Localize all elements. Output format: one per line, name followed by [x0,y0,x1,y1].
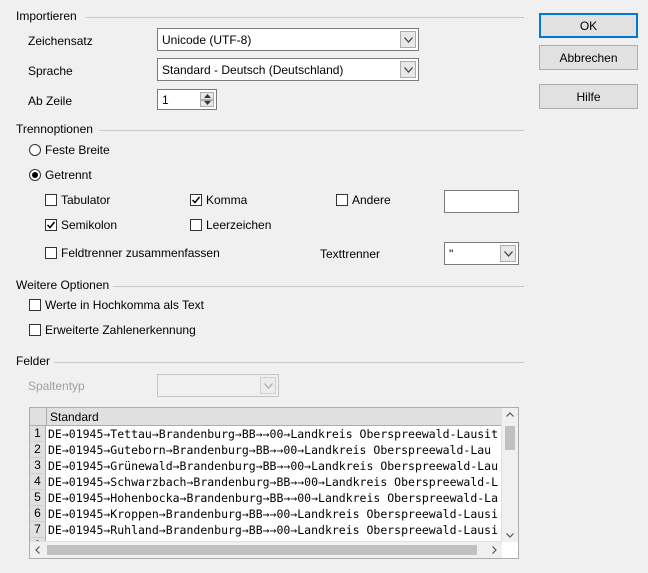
column-type-label: Spaltentyp [28,379,85,393]
separated-label: Getrennt [45,168,92,182]
detect-special-numbers-checkbox[interactable] [29,324,41,336]
section-divider [54,362,524,363]
section-title-fields: Felder [16,354,51,368]
merge-delimiters-checkbox[interactable] [45,247,57,259]
other-label: Andere [352,193,391,207]
horizontal-scroll-thumb[interactable] [47,545,477,555]
row-number[interactable]: 3 [30,458,46,474]
scroll-right-icon [492,546,497,554]
chevron-down-icon[interactable] [400,31,416,48]
horizontal-scrollbar[interactable] [30,541,502,558]
space-label: Leerzeichen [206,218,272,232]
semicolon-checkbox[interactable] [45,219,57,231]
scroll-down-icon [506,533,514,538]
separated-radio[interactable] [29,169,41,181]
chevron-down-icon[interactable] [260,377,276,394]
grid-corner[interactable] [30,408,47,425]
row-cell[interactable]: DE→01945→Tettau→Brandenburg→BB→→00→Landk… [48,426,498,442]
comma-checkbox[interactable] [190,194,202,206]
row-number[interactable]: 4 [30,474,46,490]
fixed-width-radio[interactable] [29,144,41,156]
from-row-value: 1 [162,92,169,107]
fixed-width-label: Feste Breite [45,143,110,157]
section-title-separator: Trennoptionen [16,122,93,136]
semicolon-label: Semikolon [61,218,118,232]
checkmark-icon [46,221,56,229]
table-row[interactable]: 1 DE→01945→Tettau→Brandenburg→BB→→00→Land… [30,426,501,442]
table-row[interactable]: 6 DE→01945→Kroppen→Brandenburg→BB→→00→Lan… [30,506,501,522]
help-button[interactable]: Hilfe [539,84,638,109]
string-delimiter-label: Texttrenner [320,247,381,261]
vertical-scrollbar[interactable] [501,408,518,542]
row-number[interactable]: 7 [30,522,46,538]
column-header[interactable]: Standard [50,410,99,424]
row-cell[interactable]: DE→01945→Grünewald→Brandenburg→BB→→00→La… [48,458,498,474]
grid-header: Standard [30,408,518,426]
quoted-as-text-checkbox[interactable] [29,299,41,311]
tab-checkbox[interactable] [45,194,57,206]
charset-dropdown[interactable]: Unicode (UTF-8) [157,28,419,51]
from-row-label: Ab Zeile [28,94,73,108]
spin-up-icon[interactable] [200,92,214,100]
string-delimiter-dropdown[interactable]: " [444,242,519,265]
row-number[interactable]: 1 [30,426,46,442]
row-cell[interactable]: DE→01945→Ruhland→Brandenburg→BB→→00→Land… [48,522,498,538]
language-value: Standard - Deutsch (Deutschland) [162,62,344,77]
quoted-as-text-label: Werte in Hochkomma als Text [45,298,204,312]
row-number[interactable]: 2 [30,442,46,458]
table-row[interactable]: 2 DE→01945→Guteborn→Brandenburg→BB→→00→La… [30,442,501,458]
language-label: Sprache [28,64,73,78]
row-cell[interactable]: DE→01945→Schwarzbach→Brandenburg→BB→→00→… [48,474,498,490]
scroll-up-icon [506,412,514,417]
cancel-button[interactable]: Abbrechen [539,45,638,70]
table-row[interactable]: 4 DE→01945→Schwarzbach→Brandenburg→BB→→00… [30,474,501,490]
other-separator-input[interactable] [444,190,519,213]
charset-label: Zeichensatz [28,34,93,48]
checkmark-icon [191,196,201,204]
section-title-other-options: Weitere Optionen [16,278,110,292]
tab-label: Tabulator [61,193,111,207]
section-divider [113,286,524,287]
section-title-import: Importieren [16,9,77,23]
row-cell[interactable]: DE→01945→Hohenbocka→Brandenburg→BB→→00→L… [48,490,498,506]
row-number[interactable]: 5 [30,490,46,506]
spin-down-icon[interactable] [200,99,214,107]
charset-value: Unicode (UTF-8) [162,32,252,47]
table-row[interactable]: 5 DE→01945→Hohenbocka→Brandenburg→BB→→00→… [30,490,501,506]
row-number[interactable]: 6 [30,506,46,522]
string-delimiter-value: " [449,246,454,261]
section-divider [86,17,524,18]
from-row-spinner[interactable]: 1 [157,89,217,110]
scroll-left-icon [35,546,40,554]
language-dropdown[interactable]: Standard - Deutsch (Deutschland) [157,58,419,81]
preview-grid[interactable]: Standard 1 DE→01945→Tettau→Brandenburg→BB… [29,407,519,559]
section-divider [99,130,524,131]
merge-delimiters-label: Feldtrenner zusammenfassen [61,246,220,260]
ok-button[interactable]: OK [539,13,638,38]
chevron-down-icon[interactable] [500,245,516,262]
row-cell[interactable]: DE→01945→Guteborn→Brandenburg→BB→→00→Lan… [48,442,491,458]
comma-label: Komma [206,193,248,207]
chevron-down-icon[interactable] [400,61,416,78]
table-row[interactable]: 7 DE→01945→Ruhland→Brandenburg→BB→→00→Lan… [30,522,501,538]
table-row[interactable]: 3 DE→01945→Grünewald→Brandenburg→BB→→00→L… [30,458,501,474]
other-checkbox[interactable] [336,194,348,206]
space-checkbox[interactable] [190,219,202,231]
row-cell[interactable]: DE→01945→Kroppen→Brandenburg→BB→→00→Land… [48,506,498,522]
column-type-dropdown[interactable] [157,374,279,397]
detect-special-numbers-label: Erweiterte Zahlenerkennung [45,323,196,337]
vertical-scroll-thumb[interactable] [505,426,515,450]
